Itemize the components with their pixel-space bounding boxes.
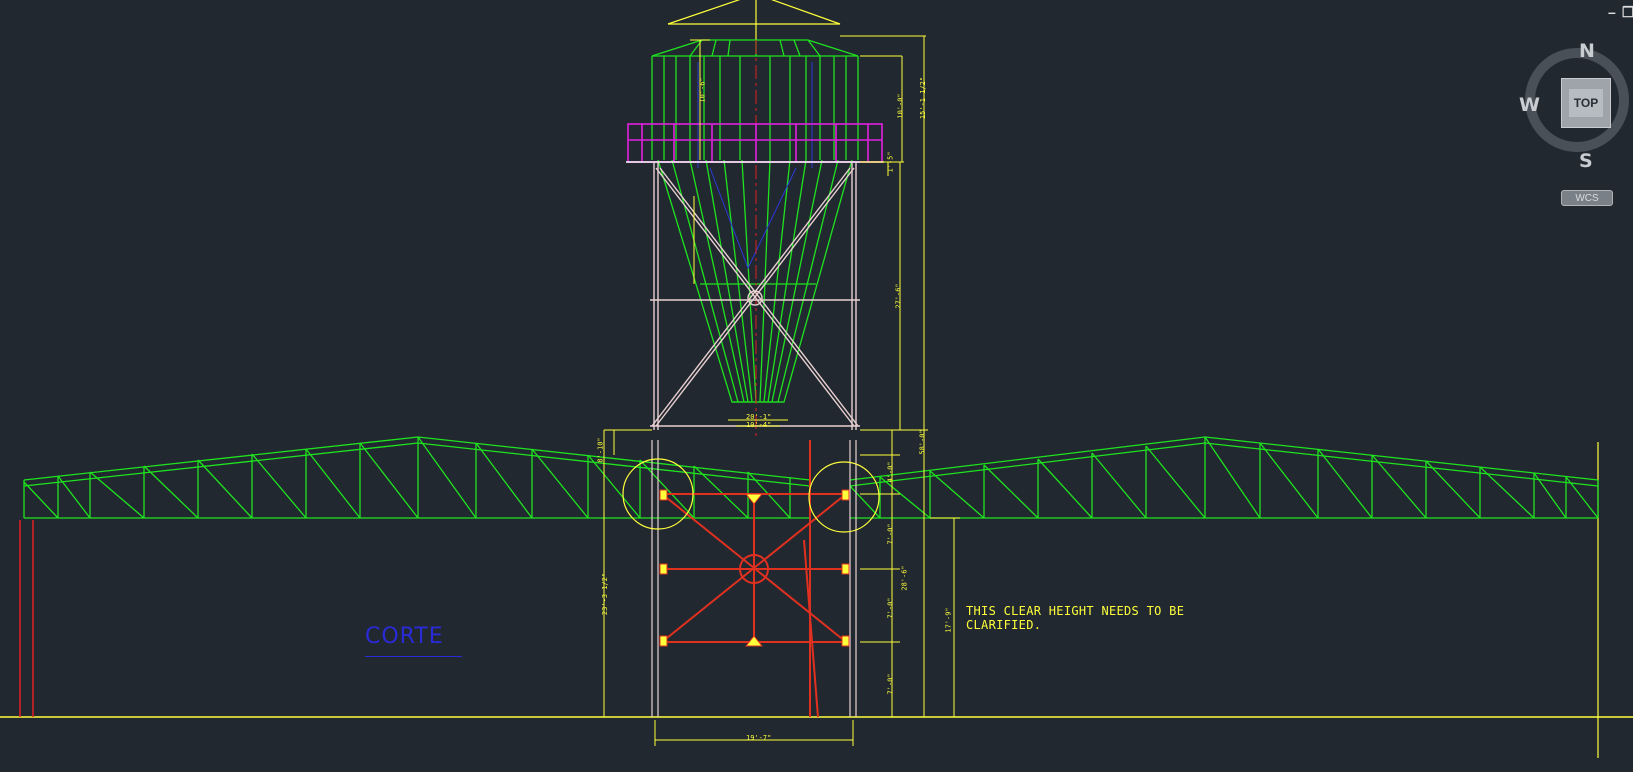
right-roof-truss [849, 436, 1599, 519]
cad-drawing-canvas[interactable] [0, 0, 1633, 772]
restore-viewport-button[interactable]: ❐ [1622, 4, 1633, 21]
dim-leg-3: 28'-6" [900, 565, 909, 591]
silo-roof-cap [667, 0, 841, 40]
dim-leg-1: 4'-0" [886, 461, 895, 483]
section-label-underline [365, 656, 462, 657]
minimize-viewport-button[interactable]: – [1608, 4, 1616, 20]
dim-base-left-overall: 23'-3 1/2" [601, 572, 610, 616]
silo-internal-lines [697, 62, 813, 270]
dim-overall-right: 58'-0" [918, 429, 927, 455]
left-roof-truss [23, 436, 811, 519]
dim-mid-right: 27'-6" [894, 283, 903, 309]
note-line-2: CLARIFIED. [966, 618, 1042, 632]
platform-handrail [627, 123, 883, 163]
dim-upper-right-a: 10'-0" [896, 93, 905, 119]
silo-body [651, 39, 859, 403]
note-line-1: THIS CLEAR HEIGHT NEEDS TO BE [966, 604, 1185, 618]
dim-upper-right-b: 15'-1 1/2" [919, 76, 928, 120]
base-bracing [661, 440, 847, 718]
dim-outlet-a: 20'-1" [746, 413, 772, 421]
left-column [19, 520, 34, 717]
dim-bottom-width: 19'-7" [746, 734, 772, 742]
dim-platform: 1'-5" [886, 151, 895, 173]
dim-outlet-b: 10'-4" [746, 421, 772, 429]
clear-height-note: THIS CLEAR HEIGHT NEEDS TO BE CLARIFIED. [966, 604, 1184, 632]
compass-south[interactable]: S [1579, 150, 1593, 172]
wcs-menu-button[interactable]: WCS [1561, 190, 1613, 206]
dim-leg-2: 7'-0" [886, 523, 895, 545]
dim-clear-height: 17'-9" [944, 607, 953, 633]
section-label: CORTE [365, 624, 444, 649]
viewcube-top-face[interactable]: TOP [1561, 78, 1611, 128]
dim-base-left-top: 8'-10" [596, 437, 605, 463]
dim-leg-5: 7'-0" [886, 673, 895, 695]
viewcube[interactable]: N S W TOP WCS [1519, 40, 1633, 206]
compass-west[interactable]: W [1519, 94, 1540, 116]
dim-top-cone: 10'-6" [698, 77, 707, 103]
compass-north[interactable]: N [1579, 40, 1595, 62]
dim-leg-4: 7'-0" [886, 597, 895, 619]
viewcube-face-label: TOP [1568, 89, 1604, 117]
